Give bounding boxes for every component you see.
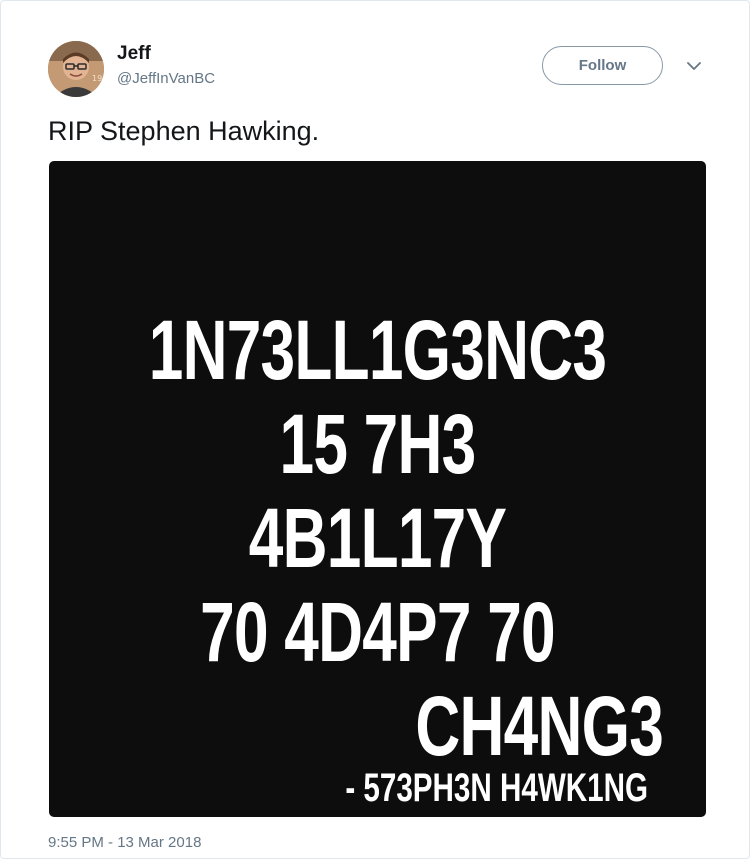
quote-line: CH4NG3 bbox=[415, 679, 664, 773]
quote-line: 70 4D4P7 70 bbox=[200, 585, 555, 679]
tweet-media-image[interactable]: 1N73LL1G3NC3 15 7H3 4B1L17Y 70 4D4P7 70 … bbox=[49, 161, 706, 817]
quote-line: 1N73LL1G3NC3 bbox=[148, 303, 607, 397]
svg-text:19: 19 bbox=[92, 74, 102, 83]
profile-photo-icon: 19 bbox=[48, 41, 104, 97]
quote-attribution: - 573PH3N H4WK1NG bbox=[345, 766, 648, 810]
quote-text: 1N73LL1G3NC3 15 7H3 4B1L17Y 70 4D4P7 70 … bbox=[49, 303, 706, 773]
more-options-caret[interactable] bbox=[685, 57, 703, 75]
tweet-card: 19 Jeff @JeffInVanBC Follow RIP Stephen … bbox=[0, 0, 750, 859]
quote-line: 15 7H3 bbox=[279, 397, 476, 491]
author-display-name[interactable]: Jeff bbox=[117, 43, 151, 65]
chevron-down-icon bbox=[687, 61, 701, 70]
quote-line: 4B1L17Y bbox=[248, 491, 507, 585]
author-avatar[interactable]: 19 bbox=[48, 41, 104, 97]
tweet-timestamp[interactable]: 9:55 PM - 13 Mar 2018 bbox=[48, 833, 201, 853]
author-screen-name[interactable]: @JeffInVanBC bbox=[117, 69, 215, 89]
tweet-text: RIP Stephen Hawking. bbox=[48, 116, 320, 146]
follow-button[interactable]: Follow bbox=[542, 46, 663, 85]
